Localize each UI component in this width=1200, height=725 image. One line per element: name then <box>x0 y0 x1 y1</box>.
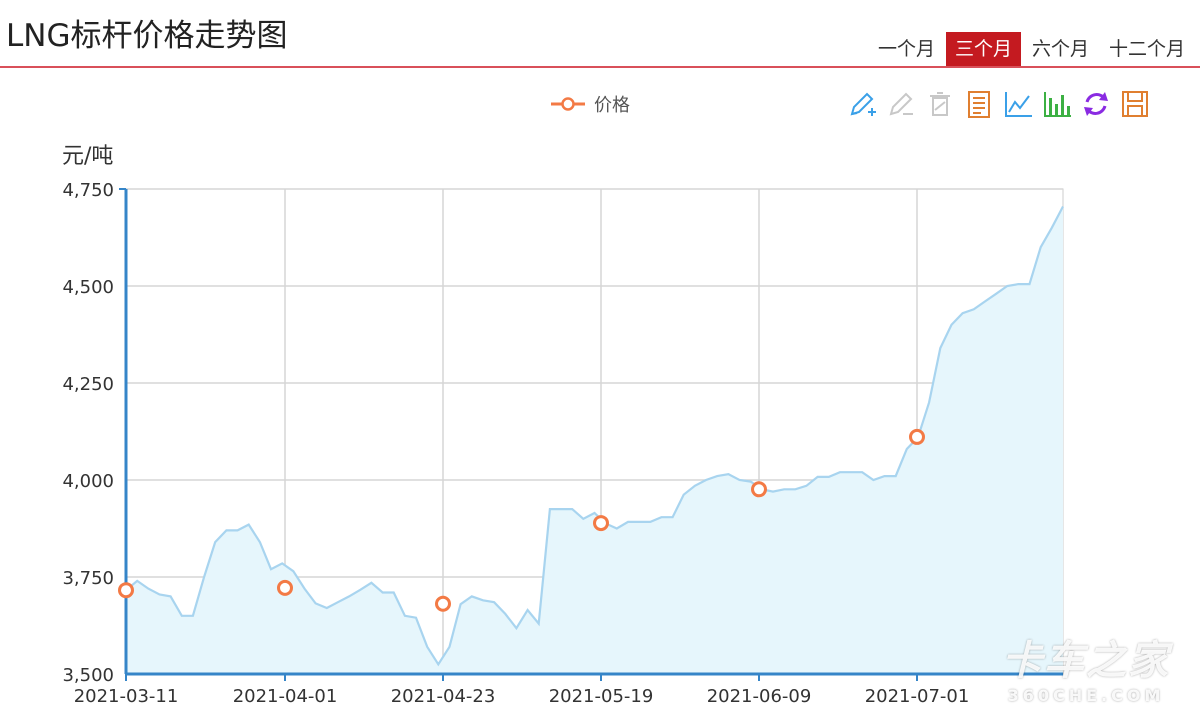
price-marker <box>118 582 134 599</box>
y-tick-label: 4,750 <box>62 180 114 201</box>
x-tick-label: 2021-04-01 <box>233 686 338 707</box>
x-tick-label: 2021-07-01 <box>865 686 970 707</box>
price-marker <box>435 595 451 612</box>
price-marker <box>751 481 767 498</box>
y-tick-label: 4,250 <box>62 374 114 395</box>
price-marker <box>909 428 925 445</box>
price-marker <box>593 515 609 532</box>
watermark-url: 360CHE.COM <box>1007 686 1165 705</box>
price-chart: 3,500 3,750 4,000 4,250 4,500 4,750 2021-03-11… <box>62 180 1064 707</box>
y-tick-label: 3,500 <box>62 665 114 686</box>
x-tick-label: 2021-06-09 <box>707 686 812 707</box>
watermark-brand: 卡车之家 <box>1002 638 1170 684</box>
y-tick-label: 4,000 <box>62 471 114 492</box>
y-tick-label: 4,500 <box>62 277 114 298</box>
y-tick-label: 3,750 <box>62 568 114 589</box>
price-marker <box>277 579 293 596</box>
watermark-logo: 卡车之家 360CHE.COM <box>1002 628 1170 705</box>
x-tick-label: 2021-05-19 <box>549 686 654 707</box>
x-tick-label: 2021-04-23 <box>391 686 496 707</box>
x-tick-label: 2021-03-11 <box>74 686 179 707</box>
